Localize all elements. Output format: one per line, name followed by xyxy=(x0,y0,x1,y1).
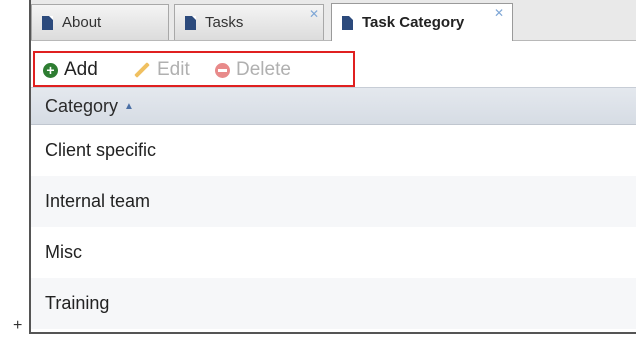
row-category: Training xyxy=(45,293,110,313)
edit-button[interactable]: Edit xyxy=(133,59,190,81)
table-row[interactable]: Misc xyxy=(31,227,636,278)
task-category-panel: About Tasks ✕ Task Category ✕ + Add Edit… xyxy=(29,0,636,334)
delete-button[interactable]: Delete xyxy=(215,59,291,81)
column-header-label: Category xyxy=(45,95,119,116)
add-button-label: Add xyxy=(64,59,98,80)
minus-circle-icon xyxy=(215,62,230,78)
plus-circle-icon: + xyxy=(43,62,58,78)
row-category: Internal team xyxy=(45,191,151,211)
tab-about[interactable]: About xyxy=(31,4,169,40)
tab-label: Task Category xyxy=(362,14,465,31)
tab-bar: About Tasks ✕ Task Category ✕ xyxy=(31,0,636,41)
tab-tasks[interactable]: Tasks ✕ xyxy=(174,4,324,40)
row-category: Client specific xyxy=(45,140,157,160)
column-header-category[interactable]: Category ▲ xyxy=(31,87,636,125)
table-row[interactable]: Training xyxy=(31,278,636,329)
row-category: Misc xyxy=(45,242,82,262)
table-row[interactable]: Client specific xyxy=(31,125,636,176)
tab-task-category[interactable]: Task Category ✕ xyxy=(331,3,513,41)
row-marker: + xyxy=(13,317,23,334)
document-icon xyxy=(185,15,196,30)
toolbar: + Add Edit Delete xyxy=(31,41,636,87)
document-icon xyxy=(42,15,53,30)
pencil-icon xyxy=(134,62,150,78)
tab-label: About xyxy=(62,14,102,31)
close-icon[interactable]: ✕ xyxy=(309,8,319,20)
category-grid: Category ▲ Client specific Internal team… xyxy=(31,87,636,329)
table-row[interactable]: Internal team xyxy=(31,176,636,227)
add-button[interactable]: + Add xyxy=(43,59,98,81)
sort-up-icon: ▲ xyxy=(124,100,134,112)
tab-label: Tasks xyxy=(205,14,244,31)
delete-button-label: Delete xyxy=(236,59,291,80)
close-icon[interactable]: ✕ xyxy=(494,7,504,19)
edit-button-label: Edit xyxy=(157,59,190,80)
document-icon xyxy=(342,15,353,30)
